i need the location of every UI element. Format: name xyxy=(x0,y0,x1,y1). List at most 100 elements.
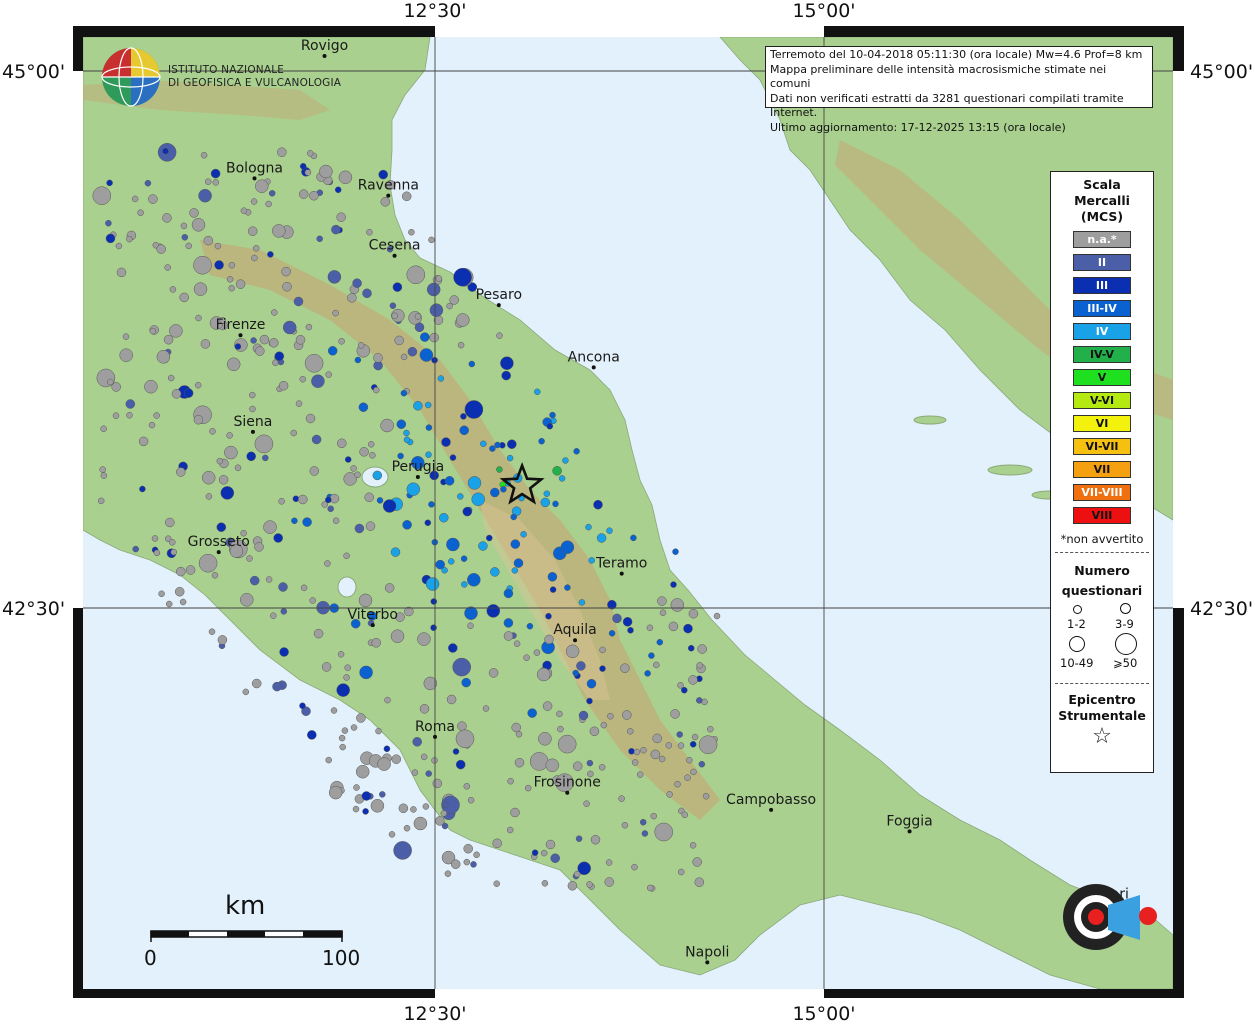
intensity-point xyxy=(422,803,430,810)
legend-class-5: IV-V xyxy=(1073,346,1131,363)
intensity-point xyxy=(464,606,478,620)
city-dot-0 xyxy=(322,53,327,58)
intensity-point xyxy=(332,517,340,524)
intensity-point xyxy=(684,774,691,781)
intensity-point xyxy=(545,758,560,773)
legend-class-0: n.a.* xyxy=(1073,231,1131,248)
intensity-point xyxy=(650,749,661,760)
intensity-point xyxy=(281,266,291,277)
city-dot-15 xyxy=(769,807,774,812)
intensity-point xyxy=(396,419,407,429)
intensity-point xyxy=(514,757,525,768)
legend-class-3: III-IV xyxy=(1073,300,1131,317)
intensity-point xyxy=(640,746,647,754)
intensity-point xyxy=(425,577,440,591)
intensity-point xyxy=(373,386,380,394)
city-dot-10 xyxy=(619,571,624,576)
intensity-point xyxy=(309,466,320,476)
intensity-point xyxy=(702,792,710,800)
intensity-point xyxy=(490,567,500,577)
intensity-point xyxy=(473,851,480,859)
intensity-point xyxy=(216,457,224,465)
intensity-point xyxy=(541,880,549,887)
intensity-point xyxy=(490,487,500,498)
intensity-point xyxy=(324,560,331,567)
size-label-2: 3-9 xyxy=(1115,617,1134,631)
intensity-point xyxy=(403,436,411,444)
city-label-14: Frosinone xyxy=(534,775,601,791)
city-label-4: Pesaro xyxy=(476,287,522,303)
intensity-point xyxy=(295,400,303,407)
intensity-point xyxy=(542,701,553,711)
intensity-point xyxy=(549,411,556,419)
city-label-13: Roma xyxy=(415,719,455,735)
city-label-15: Campobasso xyxy=(726,792,816,808)
intensity-point xyxy=(337,651,345,658)
intensity-point xyxy=(538,437,545,445)
intensity-point xyxy=(670,581,677,588)
intensity-point xyxy=(249,405,256,413)
intensity-point xyxy=(578,599,586,606)
size-circle-4 xyxy=(1115,633,1137,655)
intensity-point xyxy=(510,513,517,521)
intensity-point xyxy=(382,499,397,513)
intensity-point xyxy=(185,565,196,575)
intensity-point xyxy=(228,284,235,292)
city-dot-3 xyxy=(392,253,397,258)
intensity-point xyxy=(339,743,346,751)
intensity-point xyxy=(573,448,580,455)
intensity-point xyxy=(668,621,679,632)
intensity-point xyxy=(380,418,394,433)
intensity-point xyxy=(116,267,127,278)
intensity-point xyxy=(126,411,133,419)
intensity-point xyxy=(450,859,461,869)
intensity-point xyxy=(589,726,600,737)
intensity-point xyxy=(214,242,222,250)
intensity-point xyxy=(280,608,288,615)
city-label-8: Perugia xyxy=(392,459,445,475)
intensity-point xyxy=(193,282,208,296)
intensity-point xyxy=(234,464,242,472)
intensity-point xyxy=(319,164,333,179)
intensity-point xyxy=(291,517,298,525)
intensity-point xyxy=(543,490,551,497)
intensity-point xyxy=(588,557,595,564)
city-label-12: Aquila xyxy=(553,622,596,638)
intensity-point xyxy=(278,498,285,505)
city-label-6: Ancona xyxy=(568,349,620,365)
intensity-point xyxy=(470,861,477,868)
intensity-point xyxy=(513,558,524,568)
intensity-point xyxy=(334,186,342,194)
lat-label-right-2: 42°30' xyxy=(1190,598,1253,620)
intensity-point xyxy=(343,552,350,560)
intensity-point xyxy=(440,810,448,817)
city-dot-4 xyxy=(496,303,501,308)
intensity-point xyxy=(251,254,258,262)
intensity-point xyxy=(392,282,403,292)
city-dot-13 xyxy=(433,734,437,739)
intensity-point xyxy=(330,707,338,714)
intensity-point xyxy=(282,281,292,292)
intensity-point xyxy=(452,748,460,755)
intensity-point xyxy=(524,784,532,792)
intensity-point xyxy=(193,255,212,275)
city-dot-8 xyxy=(415,474,420,479)
city-label-10: Teramo xyxy=(595,556,647,572)
intensity-point xyxy=(250,337,257,344)
intensity-point xyxy=(698,735,718,754)
intensity-point xyxy=(148,421,156,429)
intensity-point xyxy=(350,724,358,731)
intensity-point xyxy=(353,784,360,791)
city-dot-12 xyxy=(573,638,578,643)
intensity-point xyxy=(304,169,312,176)
intensity-point xyxy=(158,590,165,598)
intensity-point xyxy=(366,228,373,236)
intensity-point xyxy=(355,764,370,779)
intensity-point xyxy=(290,429,297,437)
intensity-point xyxy=(430,624,437,631)
intensity-point xyxy=(633,748,641,756)
intensity-point xyxy=(677,742,685,749)
intensity-point xyxy=(545,612,552,620)
intensity-point xyxy=(373,353,383,363)
city-label-9: Grosseto xyxy=(188,534,250,550)
